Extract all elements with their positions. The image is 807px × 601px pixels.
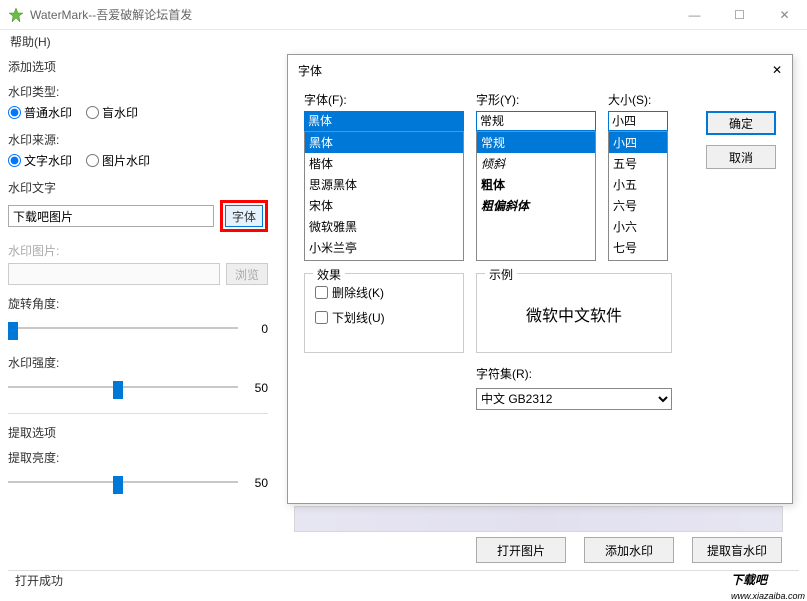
left-panel: 添加选项 水印类型: 普通水印 盲水印 水印来源: 文字水印 图片水印 水印文字…	[8, 54, 268, 508]
sample-text: 微软中文软件	[526, 302, 622, 326]
dialog-close-button[interactable]: ✕	[772, 63, 782, 77]
label-brightness: 提取亮度:	[8, 449, 268, 466]
strength-value: 50	[255, 381, 268, 395]
size-option[interactable]: 小六	[609, 216, 667, 237]
style-option[interactable]: 倾斜	[477, 153, 595, 174]
label-rotation-angle: 旋转角度:	[8, 295, 268, 312]
size-option[interactable]: 小四	[609, 132, 667, 153]
style-listbox[interactable]: 常规倾斜粗体粗偏斜体	[476, 131, 596, 261]
size-option[interactable]: 小五	[609, 174, 667, 195]
legend-sample: 示例	[485, 266, 517, 283]
section-extract-options: 提取选项	[8, 424, 268, 441]
add-watermark-button[interactable]: 添加水印	[584, 537, 674, 563]
radio-normal-watermark[interactable]: 普通水印	[8, 104, 72, 121]
legend-effects: 效果	[313, 266, 345, 283]
size-option[interactable]: 六号	[609, 195, 667, 216]
label-charset: 字符集(R):	[476, 365, 776, 382]
style-option[interactable]: 粗体	[477, 174, 595, 195]
dialog-title: 字体	[298, 62, 322, 79]
dialog-title-bar: 字体 ✕	[288, 55, 792, 85]
bottom-button-row: 打开图片 添加水印 提取盲水印	[476, 537, 782, 563]
status-text: 打开成功	[15, 572, 63, 589]
rotation-value: 0	[261, 322, 268, 336]
brightness-slider[interactable]: 50	[8, 470, 268, 494]
charset-select[interactable]: 中文 GB2312	[476, 388, 672, 410]
font-name-input[interactable]: 黑体	[304, 111, 464, 131]
logo-corner: 下载吧 www.xiazaiba.com	[731, 563, 805, 601]
size-option[interactable]: 七号	[609, 237, 667, 258]
watermark-text-input[interactable]	[8, 205, 214, 227]
section-add-options: 添加选项	[8, 58, 268, 75]
watermark-image-input	[8, 263, 220, 285]
strength-slider[interactable]: 50	[8, 375, 268, 399]
font-listbox[interactable]: 黑体楷体思源黑体宋体微软雅黑小米兰亭新宋体	[304, 131, 464, 261]
rotation-slider-thumb[interactable]	[8, 322, 18, 340]
font-size-input[interactable]: 小四	[608, 111, 668, 131]
window-title: WaterMark--吾爱破解论坛首发	[30, 6, 192, 23]
minimize-button[interactable]: —	[672, 0, 717, 30]
font-button-highlight: 字体	[220, 200, 268, 232]
font-option[interactable]: 宋体	[305, 195, 463, 216]
divider	[8, 413, 268, 414]
open-image-button[interactable]: 打开图片	[476, 537, 566, 563]
size-option[interactable]: 五号	[609, 153, 667, 174]
close-button[interactable]: ✕	[762, 0, 807, 30]
font-option[interactable]: 思源黑体	[305, 174, 463, 195]
style-option[interactable]: 粗偏斜体	[477, 195, 595, 216]
label-watermark-text: 水印文字	[8, 179, 268, 196]
font-option[interactable]: 黑体	[305, 132, 463, 153]
brightness-value: 50	[255, 476, 268, 490]
label-strength: 水印强度:	[8, 354, 268, 371]
radio-image-watermark[interactable]: 图片水印	[86, 152, 150, 169]
menu-help[interactable]: 帮助(H)	[10, 33, 51, 50]
label-watermark-source: 水印来源:	[8, 131, 268, 148]
label-watermark-image: 水印图片:	[8, 242, 268, 259]
maximize-button[interactable]: ☐	[717, 0, 762, 30]
checkbox-strikethrough[interactable]: 删除线(K)	[315, 284, 453, 301]
radio-text-watermark[interactable]: 文字水印	[8, 152, 72, 169]
font-style-input[interactable]: 常规	[476, 111, 596, 131]
font-option[interactable]: 楷体	[305, 153, 463, 174]
font-option[interactable]: 微软雅黑	[305, 216, 463, 237]
font-button[interactable]: 字体	[225, 205, 263, 227]
title-bar: WaterMark--吾爱破解论坛首发 — ☐ ✕	[0, 0, 807, 30]
size-option[interactable]: 八号	[609, 258, 667, 261]
app-icon	[8, 7, 24, 23]
label-font: 字体(F):	[304, 91, 464, 108]
font-option[interactable]: 新宋体	[305, 258, 463, 261]
size-listbox[interactable]: 小四五号小五六号小六七号八号	[608, 131, 668, 261]
font-option[interactable]: 小米兰亭	[305, 237, 463, 258]
status-divider	[8, 570, 799, 571]
style-option[interactable]: 常规	[477, 132, 595, 153]
font-dialog: 字体 ✕ 字体(F): 黑体 黑体楷体思源黑体宋体微软雅黑小米兰亭新宋体 字形(…	[287, 54, 793, 504]
strength-slider-thumb[interactable]	[113, 381, 123, 399]
label-size: 大小(S):	[608, 91, 668, 108]
ok-button[interactable]: 确定	[706, 111, 776, 135]
label-watermark-type: 水印类型:	[8, 83, 268, 100]
cancel-button[interactable]: 取消	[706, 145, 776, 169]
radio-blind-watermark[interactable]: 盲水印	[86, 104, 138, 121]
menu-bar: 帮助(H)	[0, 30, 807, 52]
browse-button: 浏览	[226, 263, 268, 285]
extract-blind-button[interactable]: 提取盲水印	[692, 537, 782, 563]
checkbox-underline[interactable]: 下划线(U)	[315, 309, 453, 326]
rotation-slider[interactable]: 0	[8, 316, 268, 340]
brightness-slider-thumb[interactable]	[113, 476, 123, 494]
label-style: 字形(Y):	[476, 91, 596, 108]
image-preview-strip	[294, 506, 783, 532]
